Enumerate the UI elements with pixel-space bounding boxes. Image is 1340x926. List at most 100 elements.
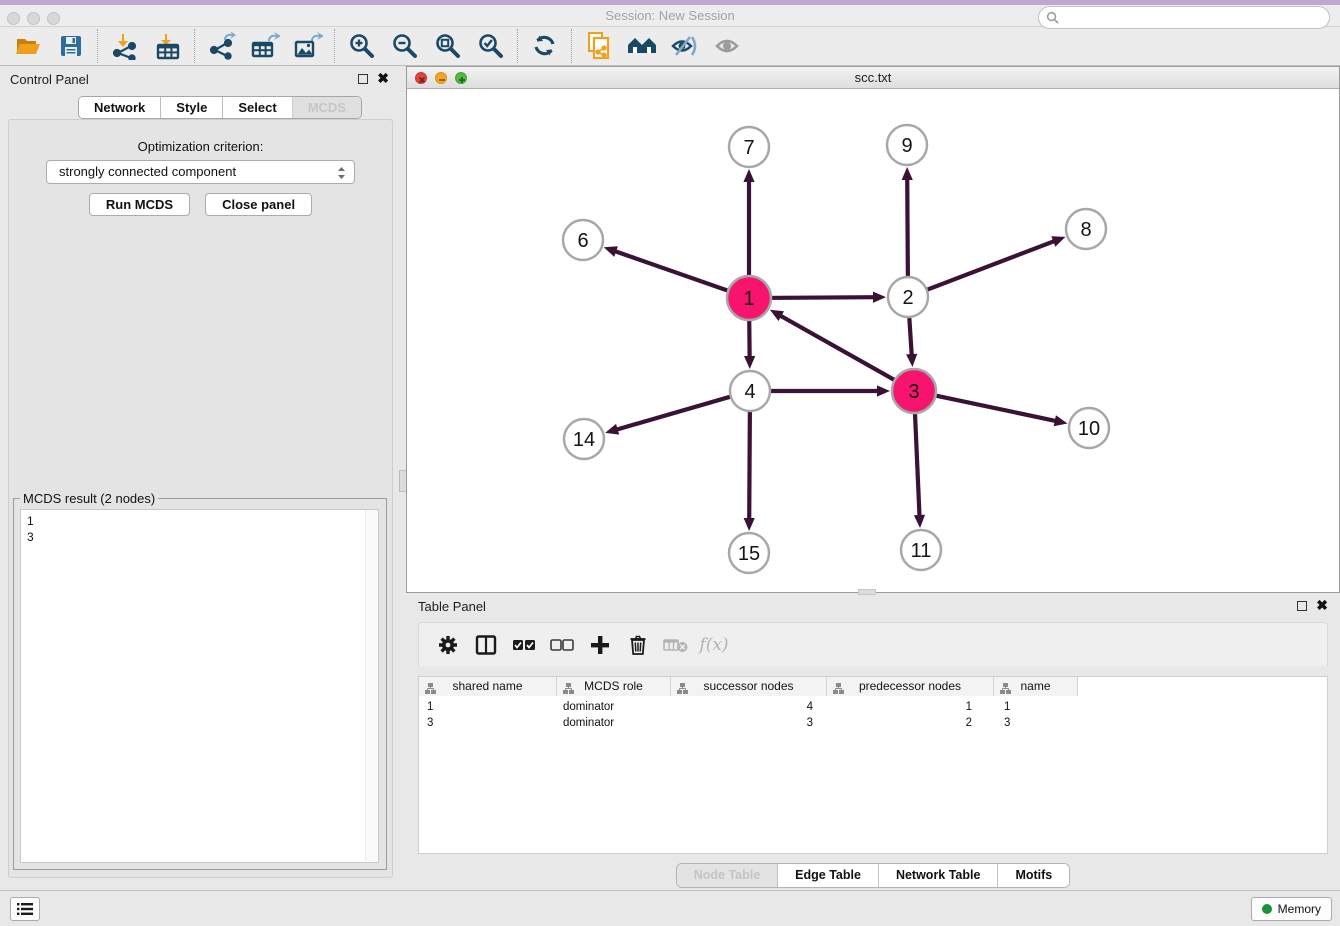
tab-motifs[interactable]: Motifs xyxy=(997,864,1069,887)
memory-button[interactable]: Memory xyxy=(1251,897,1332,921)
zoom-in-button[interactable] xyxy=(340,28,383,64)
table-cell[interactable]: 1 xyxy=(419,699,557,715)
task-history-button[interactable] xyxy=(10,897,40,921)
new-network-from-selection-button[interactable] xyxy=(577,28,620,64)
tab-mcds[interactable]: MCDS xyxy=(292,97,361,118)
control-panel-close-button[interactable]: ✖ xyxy=(377,70,389,86)
zoom-selected-button[interactable] xyxy=(469,28,512,64)
export-network-button[interactable] xyxy=(200,28,243,64)
zoom-fit-button[interactable] xyxy=(426,28,469,64)
close-panel-button[interactable]: Close panel xyxy=(205,193,312,216)
table-cell[interactable]: dominator xyxy=(557,699,671,715)
search-icon xyxy=(1046,11,1059,24)
search-input[interactable] xyxy=(1059,7,1329,28)
network-window-title: scc.txt xyxy=(407,70,1339,85)
result-scrollbar[interactable] xyxy=(365,510,378,862)
graph-edge[interactable] xyxy=(916,391,1057,421)
table-cell[interactable]: 4 xyxy=(671,699,827,715)
mcds-result-list[interactable]: 1 3 xyxy=(20,509,379,863)
criterion-dropdown[interactable]: strongly connected component xyxy=(46,160,355,184)
node-table[interactable]: shared nameMCDS rolesuccessor nodesprede… xyxy=(418,676,1328,854)
graph-edge-arrowhead xyxy=(906,354,917,367)
column-type-icon xyxy=(425,681,436,699)
add-column-button[interactable] xyxy=(581,628,619,662)
tab-node-table[interactable]: Node Table xyxy=(677,864,777,887)
fx-icon: f(x) xyxy=(699,635,728,655)
import-table-icon xyxy=(154,32,182,60)
save-session-button[interactable] xyxy=(49,28,92,64)
graph-edge[interactable] xyxy=(779,315,912,390)
checked-boxes-icon xyxy=(512,638,536,652)
table-cell[interactable]: 2 xyxy=(827,715,994,731)
table-tabs: Node Table Edge Table Network Table Moti… xyxy=(406,863,1340,888)
graph-node-label: 2 xyxy=(902,287,913,309)
control-panel: Control Panel ✖ Network Style Select MCD… xyxy=(0,66,401,890)
table-cell[interactable]: 3 xyxy=(994,715,1078,731)
graph-edge-arrowhead xyxy=(743,169,754,182)
search-field[interactable] xyxy=(1038,6,1330,29)
horizontal-split-handle[interactable] xyxy=(858,589,876,595)
tab-style[interactable]: Style xyxy=(160,97,222,118)
export-table-button[interactable] xyxy=(243,28,286,64)
table-panel: Table Panel ✖ xyxy=(406,596,1340,890)
tab-network-table[interactable]: Network Table xyxy=(878,864,998,887)
table-panel-float-button[interactable] xyxy=(1297,601,1307,611)
toolbar-separator xyxy=(334,29,335,63)
mcds-result-legend: MCDS result (2 nodes) xyxy=(20,491,158,506)
import-network-button[interactable] xyxy=(103,28,146,64)
select-all-button[interactable] xyxy=(505,628,543,662)
table-cell[interactable]: 1 xyxy=(827,699,994,715)
table-cell[interactable]: 3 xyxy=(671,715,827,731)
table-cell[interactable]: 3 xyxy=(419,715,557,731)
table-row[interactable]: 3dominator323 xyxy=(419,715,1078,731)
mcds-result-item: 1 xyxy=(27,513,378,529)
column-header-name[interactable]: name xyxy=(994,677,1078,696)
column-type-icon xyxy=(563,681,574,699)
column-type-icon xyxy=(677,681,688,699)
table-row[interactable]: 1dominator411 xyxy=(419,699,1078,715)
list-icon xyxy=(17,902,33,916)
table-cell[interactable]: 1 xyxy=(994,699,1078,715)
delete-column-button[interactable] xyxy=(619,628,657,662)
run-mcds-button[interactable]: Run MCDS xyxy=(89,193,190,216)
table-cell[interactable]: dominator xyxy=(557,715,671,731)
control-panel-float-button[interactable] xyxy=(358,74,368,84)
first-neighbors-button[interactable] xyxy=(620,28,663,64)
network-window-titlebar[interactable]: scc.txt xyxy=(407,67,1339,89)
column-header-shared-name[interactable]: shared name xyxy=(419,677,557,696)
zoom-out-button[interactable] xyxy=(383,28,426,64)
eye-slash-icon xyxy=(670,33,700,59)
table-settings-button[interactable] xyxy=(429,628,467,662)
tab-select[interactable]: Select xyxy=(222,97,291,118)
table-toolbar: f(x) xyxy=(418,622,1328,666)
main-toolbar xyxy=(0,27,1340,66)
toolbar-separator xyxy=(517,29,518,63)
column-header-MCDS-role[interactable]: MCDS role xyxy=(557,677,671,696)
export-image-button[interactable] xyxy=(286,28,329,64)
panel-mode-button[interactable] xyxy=(467,628,505,662)
column-header-label: name xyxy=(1020,679,1050,693)
criterion-value: strongly connected component xyxy=(59,164,236,179)
show-all-button[interactable] xyxy=(706,28,749,64)
tab-edge-table[interactable]: Edge Table xyxy=(777,864,878,887)
network-canvas[interactable]: 7968124314101511 xyxy=(407,89,1339,592)
column-header-successor-nodes[interactable]: successor nodes xyxy=(671,677,827,696)
graph-node-label: 1 xyxy=(743,288,754,310)
graph-edge[interactable] xyxy=(616,392,748,430)
open-session-button[interactable] xyxy=(6,28,49,64)
unselect-all-button[interactable] xyxy=(543,628,581,662)
hide-selected-button[interactable] xyxy=(663,28,706,64)
unchecked-boxes-icon xyxy=(550,638,574,652)
trash-icon xyxy=(628,634,648,656)
tab-network[interactable]: Network xyxy=(79,97,160,118)
zoom-out-icon xyxy=(391,32,419,60)
column-header-predecessor-nodes[interactable]: predecessor nodes xyxy=(827,677,994,696)
graph-edge[interactable] xyxy=(910,241,1055,297)
column-type-icon xyxy=(1000,681,1011,699)
table-panel-close-button[interactable]: ✖ xyxy=(1316,597,1328,613)
import-table-button[interactable] xyxy=(146,28,189,64)
control-panel-title: Control Panel xyxy=(10,72,89,87)
refresh-button[interactable] xyxy=(523,28,566,64)
eye-icon xyxy=(713,33,743,59)
graph-node-label: 3 xyxy=(908,381,919,403)
